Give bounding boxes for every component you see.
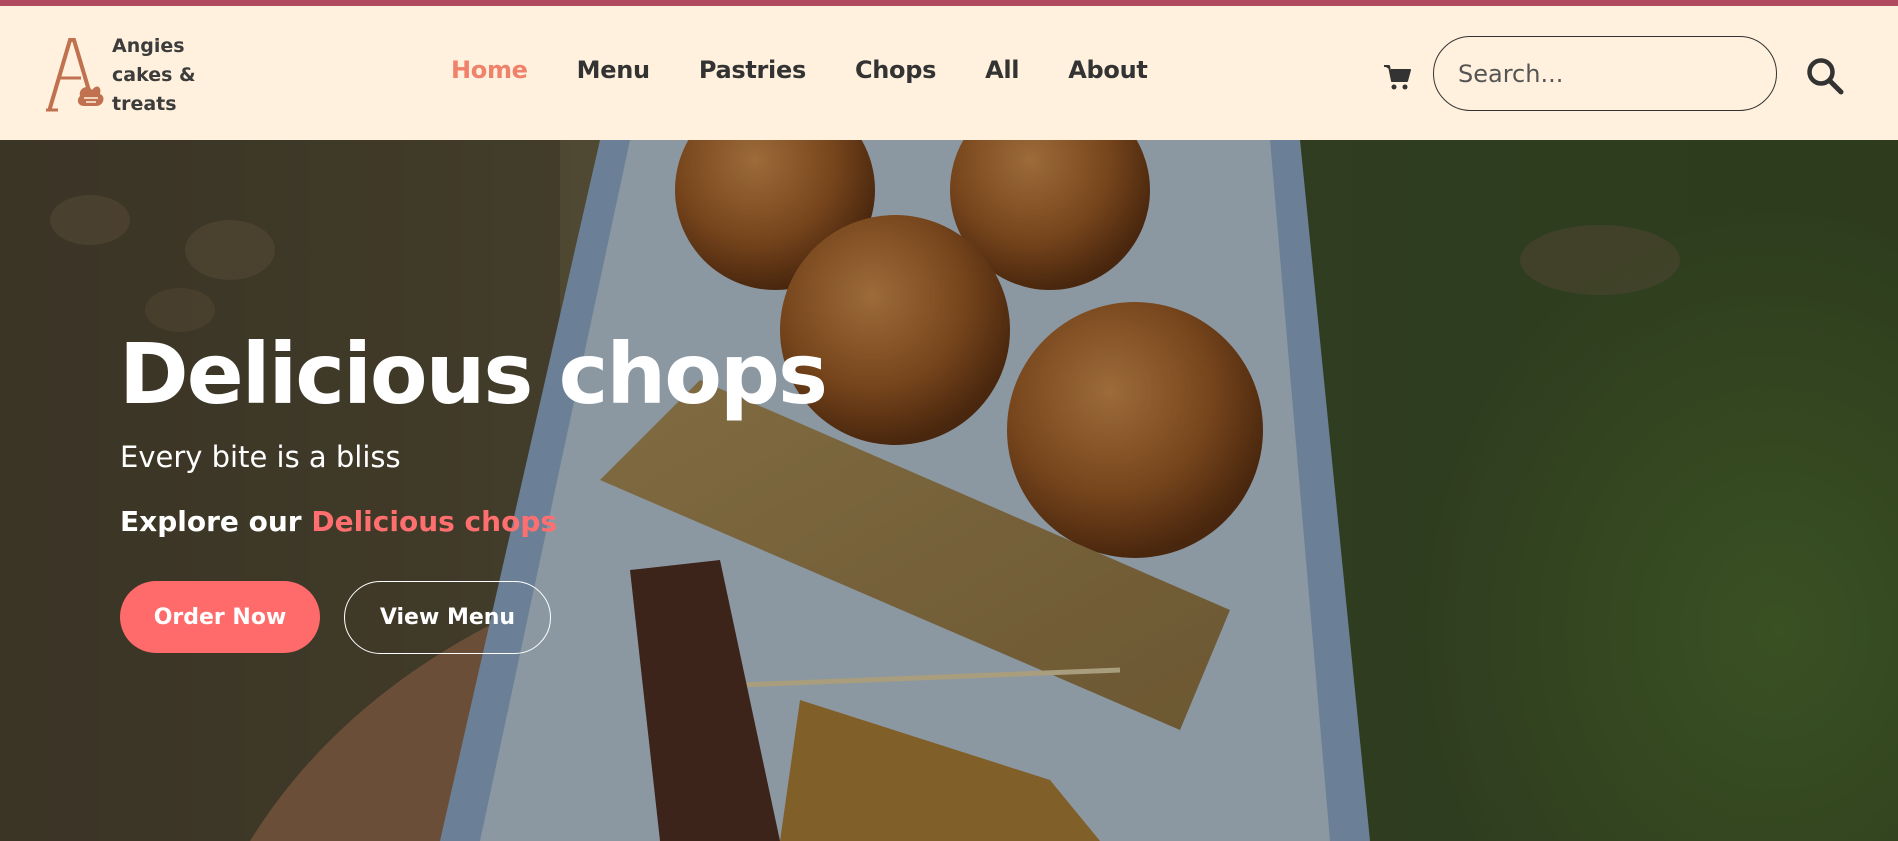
hero-explore-text: Explore our Delicious chops [120,505,557,538]
brand-name: Angies cakes & treats [112,32,196,119]
nav-item-chops[interactable]: Chops [855,56,936,84]
nav-item-about[interactable]: About [1068,56,1148,84]
explore-highlight[interactable]: Delicious chops [311,505,557,538]
shopping-cart-icon[interactable] [1382,62,1412,92]
brand-logo[interactable]: Angies cakes & treats [44,34,196,119]
brand-name-line: Angies [112,35,185,57]
hero-title: Delicious chops [119,325,828,423]
nav-item-home[interactable]: Home [451,56,528,84]
site-header: Angies cakes & treats Home Menu Pastries… [0,6,1898,140]
brand-name-line: treats [112,93,177,115]
hero-subtitle: Every bite is a bliss [120,440,401,474]
nav-item-menu[interactable]: Menu [577,56,650,84]
nav-item-pastries[interactable]: Pastries [699,56,806,84]
nav-item-all[interactable]: All [985,56,1019,84]
explore-prefix: Explore our [120,505,312,538]
magnifier-icon[interactable] [1805,56,1845,96]
hero-banner: Delicious chops Every bite is a bliss Ex… [0,140,1898,841]
main-nav: Home Menu Pastries Chops All About [451,56,1148,84]
brand-name-line: cakes & [112,64,196,86]
logo-mark-icon [46,38,104,112]
search-input[interactable] [1433,36,1777,111]
hero-overlay [0,140,1898,841]
view-menu-button[interactable]: View Menu [344,581,551,654]
order-now-button[interactable]: Order Now [120,581,320,653]
